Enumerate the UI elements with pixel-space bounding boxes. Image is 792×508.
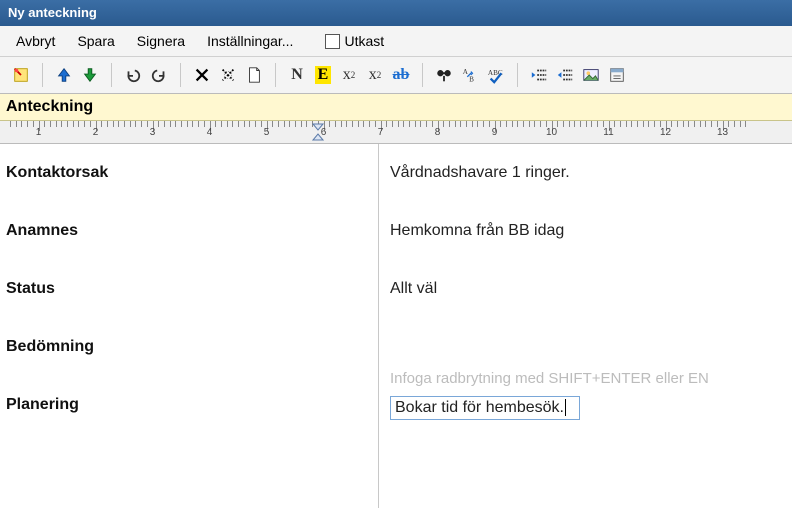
editing-input[interactable]: Bokar tid för hembesök. xyxy=(390,396,580,420)
field-label: Kontaktorsak xyxy=(0,144,378,202)
move-up-button[interactable] xyxy=(51,62,77,88)
undo-button[interactable] xyxy=(120,62,146,88)
ruler-number: 7 xyxy=(378,127,384,138)
normal-style-button[interactable]: N xyxy=(284,62,310,88)
field-row: Kontaktorsak Vårdnadshavare 1 ringer. xyxy=(0,144,792,202)
menu-sign[interactable]: Signera xyxy=(127,30,195,52)
field-value[interactable] xyxy=(378,318,792,358)
field-label: Anamnes xyxy=(0,202,378,260)
outdent-button[interactable] xyxy=(526,62,552,88)
ruler-number: 11 xyxy=(603,127,613,138)
find-replace-button[interactable]: AB xyxy=(457,62,483,88)
ruler-number: 2 xyxy=(93,127,99,138)
ruler-number: 13 xyxy=(717,127,728,138)
ruler-number: 1 xyxy=(36,127,42,138)
field-text: Allt väl xyxy=(390,280,437,297)
delete-button[interactable] xyxy=(189,62,215,88)
menu-cancel[interactable]: Avbryt xyxy=(6,30,65,52)
move-down-button[interactable] xyxy=(77,62,103,88)
ruler-number: 9 xyxy=(492,127,498,138)
field-row: Status Allt väl xyxy=(0,260,792,318)
menu-settings[interactable]: Inställningar... xyxy=(197,30,303,52)
field-value[interactable]: Allt väl xyxy=(378,260,792,318)
ruler-number: 4 xyxy=(207,127,213,138)
new-page-button[interactable] xyxy=(241,62,267,88)
ruler-number: 12 xyxy=(660,127,671,138)
svg-text:B: B xyxy=(469,75,474,83)
indent-button[interactable] xyxy=(552,62,578,88)
section-heading-text: Anteckning xyxy=(6,98,93,115)
ruler-number: 8 xyxy=(435,127,441,138)
ruler[interactable]: 12345678910111213 xyxy=(0,121,792,144)
ruler-number: 3 xyxy=(150,127,156,138)
spellcheck-button[interactable]: ABC xyxy=(483,62,509,88)
field-text: Vårdnadshavare 1 ringer. xyxy=(390,164,570,181)
ruler-number: 5 xyxy=(264,127,270,138)
field-label: Status xyxy=(0,260,378,318)
field-text: Hemkomna från BB idag xyxy=(390,222,564,239)
superscript-button[interactable]: x2 xyxy=(336,62,362,88)
field-label: Bedömning xyxy=(0,318,378,376)
field-value[interactable]: Infoga radbrytning med SHIFT+ENTER eller… xyxy=(378,376,792,440)
find-button[interactable] xyxy=(431,62,457,88)
section-heading: Anteckning xyxy=(0,94,792,121)
draft-checkbox[interactable]: Utkast xyxy=(325,33,384,49)
note-body: Kontaktorsak Vårdnadshavare 1 ringer. Anam… xyxy=(0,144,792,508)
field-row: PlaneringInfoga radbrytning med SHIFT+EN… xyxy=(0,376,792,440)
window-title: Ny anteckning xyxy=(8,5,97,20)
emphasis-style-button[interactable]: E xyxy=(310,62,336,88)
redo-button[interactable] xyxy=(146,62,172,88)
window-titlebar: Ny anteckning xyxy=(0,0,792,26)
field-row: Anamnes Hemkomna från BB idag xyxy=(0,202,792,260)
subscript-button[interactable]: x2 xyxy=(362,62,388,88)
checkbox-box-icon xyxy=(325,34,340,49)
strikethrough-button[interactable]: ab xyxy=(388,62,414,88)
field-value[interactable]: Hemkomna från BB idag xyxy=(378,202,792,260)
misc-button[interactable] xyxy=(604,62,630,88)
menubar: Avbryt Spara Signera Inställningar... Ut… xyxy=(0,26,792,57)
field-label: Planering xyxy=(0,376,378,434)
draft-label: Utkast xyxy=(344,33,384,49)
svg-text:A: A xyxy=(463,68,469,76)
indent-marker-icon[interactable] xyxy=(312,123,324,141)
new-note-button[interactable] xyxy=(8,62,34,88)
ruler-number: 10 xyxy=(546,127,557,138)
toolbar: N E x2 x2 ab AB ABC xyxy=(0,57,792,94)
insert-image-button[interactable] xyxy=(578,62,604,88)
field-row: Bedömning xyxy=(0,318,792,376)
menu-save[interactable]: Spara xyxy=(67,30,124,52)
insert-hint: Infoga radbrytning med SHIFT+ENTER eller… xyxy=(390,370,709,387)
field-value[interactable]: Vårdnadshavare 1 ringer. xyxy=(378,144,792,202)
clear-format-button[interactable] xyxy=(215,62,241,88)
